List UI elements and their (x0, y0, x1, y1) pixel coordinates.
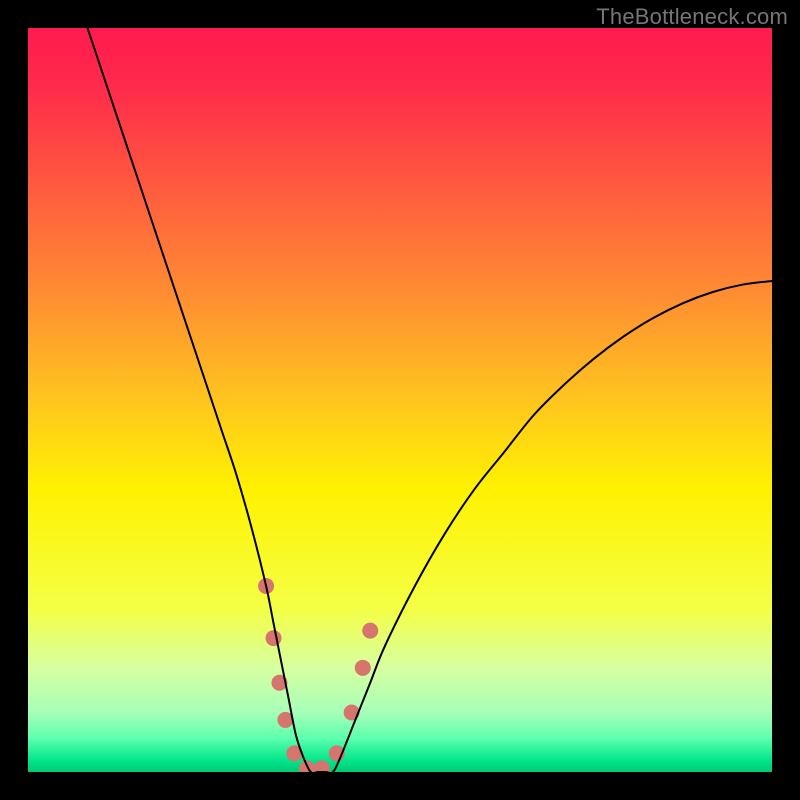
highlight-dot (344, 704, 360, 720)
highlight-dot (355, 660, 371, 676)
bottleneck-chart (28, 28, 772, 772)
chart-frame: TheBottleneck.com (0, 0, 800, 800)
plot-area (28, 28, 772, 772)
highlight-dot (362, 623, 378, 639)
watermark-text: TheBottleneck.com (596, 4, 788, 30)
gradient-background (28, 28, 772, 772)
highlight-dot (266, 630, 282, 646)
